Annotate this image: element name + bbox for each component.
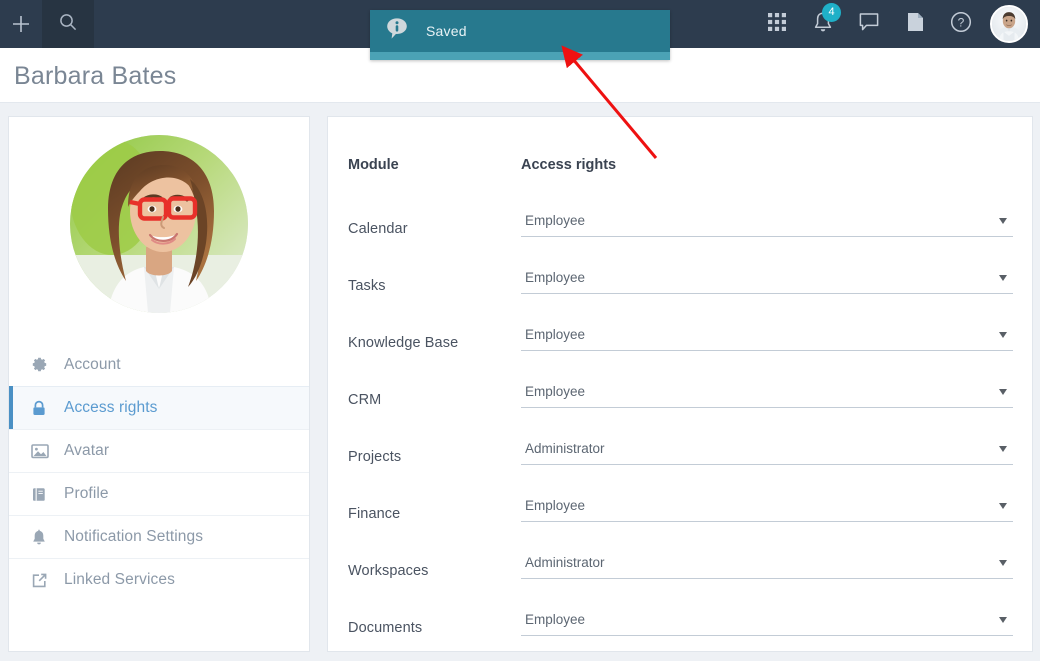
module-label: Finance xyxy=(348,506,401,522)
settings-menu: Account Access rights Avatar Profile Not… xyxy=(9,343,309,601)
chevron-down-icon xyxy=(999,218,1007,224)
sidebar-item-account[interactable]: Account xyxy=(9,343,309,386)
sidebar-item-label: Avatar xyxy=(64,442,110,459)
sidebar-item-label: Linked Services xyxy=(64,571,175,588)
plus-icon xyxy=(11,14,31,34)
module-label: Documents xyxy=(348,620,423,636)
module-label: Calendar xyxy=(348,221,408,237)
svg-text:?: ? xyxy=(958,15,965,29)
access-select-calendar[interactable]: Employee xyxy=(521,209,1013,237)
sidebar-item-notification-settings[interactable]: Notification Settings xyxy=(9,515,309,558)
sidebar-item-label: Access rights xyxy=(64,399,158,416)
access-select-finance[interactable]: Employee xyxy=(521,494,1013,522)
info-icon xyxy=(386,17,408,46)
access-select-knowledge-base[interactable]: Employee xyxy=(521,323,1013,351)
notifications-button[interactable]: 4 xyxy=(800,0,846,48)
access-rights-card: Module Access rights Calendar Employee T… xyxy=(327,116,1033,652)
sidebar-item-profile[interactable]: Profile xyxy=(9,472,309,515)
grid-apps-icon xyxy=(767,12,787,37)
notification-badge: 4 xyxy=(822,3,841,22)
chevron-down-icon xyxy=(999,617,1007,623)
table-row: CRM Employee xyxy=(328,376,1032,433)
chevron-down-icon xyxy=(999,332,1007,338)
sidebar-item-linked-services[interactable]: Linked Services xyxy=(9,558,309,601)
chevron-down-icon xyxy=(999,503,1007,509)
apps-button[interactable] xyxy=(754,0,800,48)
module-label: Tasks xyxy=(348,278,386,294)
documents-button[interactable] xyxy=(892,0,938,48)
saved-toast[interactable]: Saved xyxy=(370,10,670,60)
table-row: Documents Employee xyxy=(328,604,1032,661)
image-icon xyxy=(31,443,57,459)
access-select-value: Employee xyxy=(525,270,586,285)
access-select-tasks[interactable]: Employee xyxy=(521,266,1013,294)
table-row: Knowledge Base Employee xyxy=(328,319,1032,376)
access-select-value: Administrator xyxy=(525,555,605,570)
chevron-down-icon xyxy=(999,389,1007,395)
access-select-value: Administrator xyxy=(525,441,605,456)
access-select-value: Employee xyxy=(525,384,586,399)
help-button[interactable]: ? xyxy=(938,0,984,48)
bell-icon xyxy=(31,528,57,546)
page-title: Barbara Bates xyxy=(14,62,177,90)
help-circle-icon: ? xyxy=(949,10,973,39)
top-bar-actions: 4 ? xyxy=(754,0,1032,48)
module-label: Knowledge Base xyxy=(348,335,459,351)
chat-bubble-icon xyxy=(858,11,880,38)
column-header-access-rights: Access rights xyxy=(521,157,617,173)
toast-content: Saved xyxy=(370,10,670,52)
access-select-documents[interactable]: Employee xyxy=(521,608,1013,636)
table-row: Projects Administrator xyxy=(328,433,1032,490)
profile-avatar-wrapper xyxy=(9,117,309,313)
profile-photo[interactable] xyxy=(70,135,248,313)
access-select-projects[interactable]: Administrator xyxy=(521,437,1013,465)
table-row: Tasks Employee xyxy=(328,262,1032,319)
chevron-down-icon xyxy=(999,275,1007,281)
book-icon xyxy=(31,486,57,503)
module-label: CRM xyxy=(348,392,382,408)
search-icon xyxy=(58,12,78,37)
access-select-value: Employee xyxy=(525,498,586,513)
access-select-value: Employee xyxy=(525,327,586,342)
sidebar-item-label: Notification Settings xyxy=(64,528,204,545)
external-link-icon xyxy=(31,572,57,589)
chevron-down-icon xyxy=(999,446,1007,452)
table-row: Finance Employee xyxy=(328,490,1032,547)
access-select-crm[interactable]: Employee xyxy=(521,380,1013,408)
sidebar-item-avatar[interactable]: Avatar xyxy=(9,429,309,472)
sidebar-item-label: Account xyxy=(64,355,121,373)
page-body: Account Access rights Avatar Profile Not… xyxy=(0,104,1040,656)
sidebar-item-access-rights[interactable]: Access rights xyxy=(9,386,309,430)
lock-icon xyxy=(31,400,57,417)
access-select-value: Employee xyxy=(525,612,586,627)
access-select-workspaces[interactable]: Administrator xyxy=(521,551,1013,579)
access-select-value: Employee xyxy=(525,213,586,228)
table-row: Calendar Employee xyxy=(328,205,1032,262)
toast-progress-bar xyxy=(370,52,670,60)
document-icon xyxy=(904,10,926,39)
search-button[interactable] xyxy=(42,0,94,48)
access-rights-rows: Calendar Employee Tasks Employee Knowled… xyxy=(328,205,1032,661)
table-header-row: Module Access rights xyxy=(328,157,1032,179)
profile-sidebar-card: Account Access rights Avatar Profile Not… xyxy=(8,116,310,652)
module-label: Workspaces xyxy=(348,563,429,579)
table-row: Workspaces Administrator xyxy=(328,547,1032,604)
column-header-module: Module xyxy=(348,157,399,173)
user-avatar[interactable] xyxy=(990,5,1028,43)
messages-button[interactable] xyxy=(846,0,892,48)
toast-message: Saved xyxy=(426,23,467,39)
add-button[interactable] xyxy=(0,0,42,48)
chevron-down-icon xyxy=(999,560,1007,566)
sidebar-item-label: Profile xyxy=(64,485,109,502)
gear-icon xyxy=(31,356,57,373)
module-label: Projects xyxy=(348,449,402,465)
